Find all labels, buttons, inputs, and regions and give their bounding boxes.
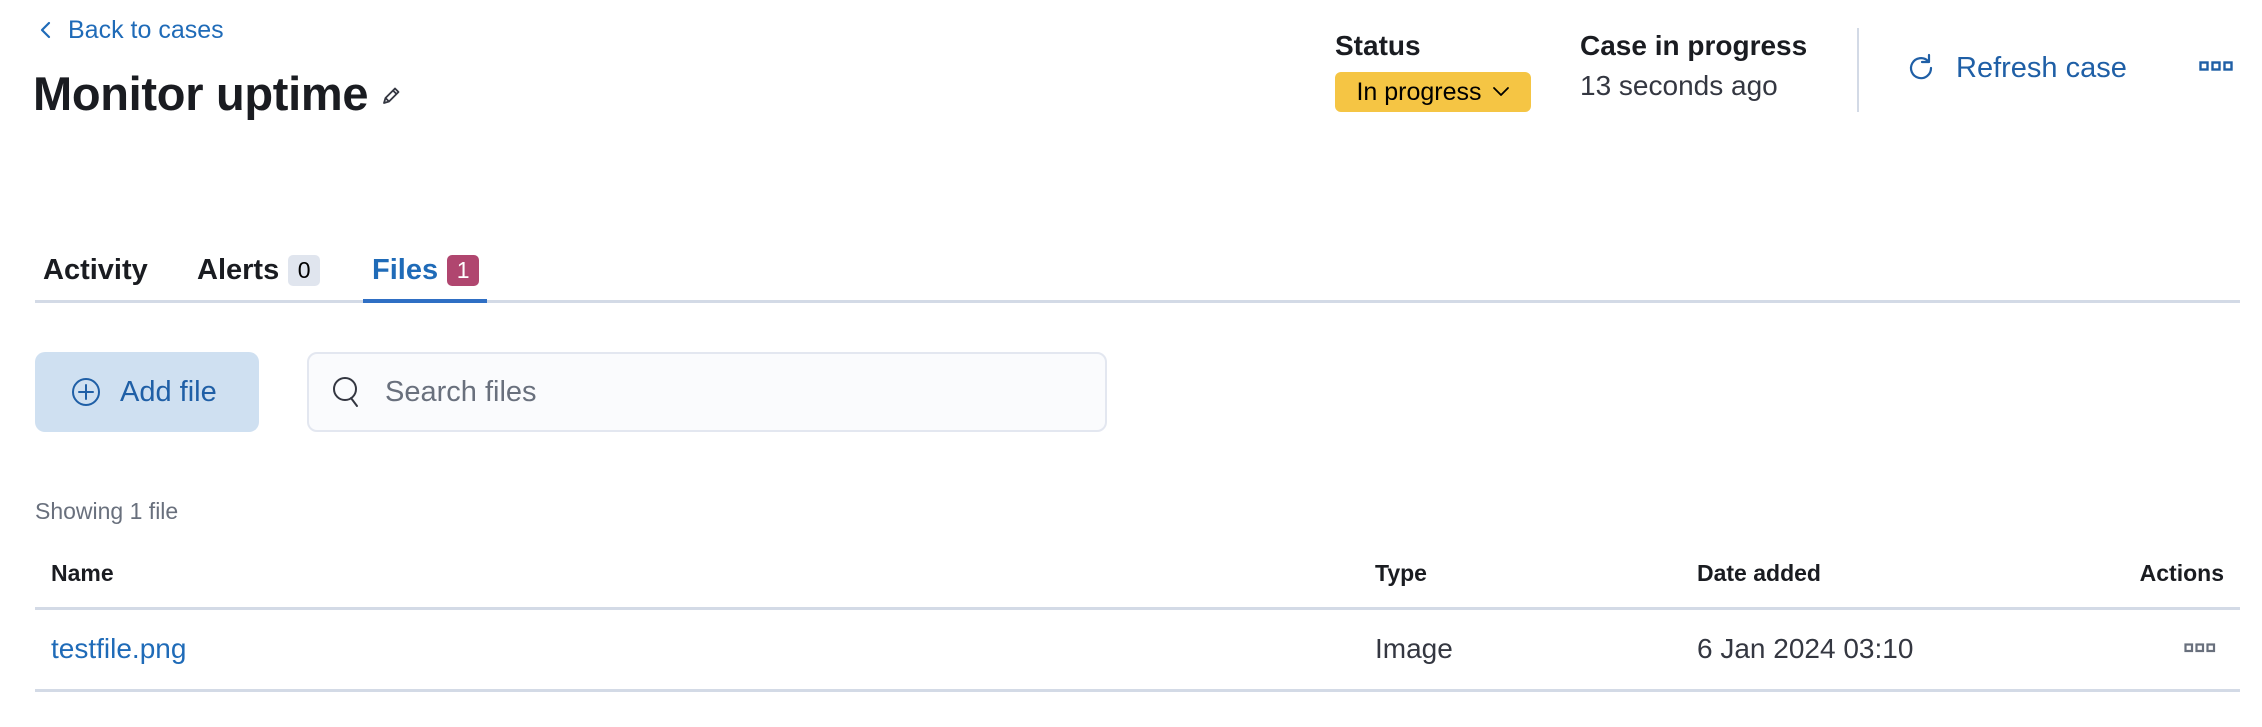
column-header-date-added[interactable]: Date added	[1697, 560, 1821, 587]
add-file-label: Add file	[120, 375, 217, 408]
ellipsis-icon	[2199, 58, 2233, 76]
column-header-actions: Actions	[2139, 560, 2224, 586]
back-link-label: Back to cases	[68, 15, 224, 44]
add-file-button[interactable]: Add file	[35, 352, 259, 432]
search-icon	[329, 374, 365, 410]
header-divider	[1857, 28, 1859, 112]
alerts-count-badge: 0	[288, 254, 321, 286]
tab-alerts[interactable]: Alerts 0	[197, 240, 321, 300]
pencil-icon[interactable]	[378, 83, 404, 109]
table-header: Name Type Date added Actions	[35, 548, 2240, 610]
tab-label: Files	[372, 253, 439, 286]
files-count-badge: 1	[447, 254, 480, 286]
back-to-cases-link[interactable]: Back to cases	[38, 14, 224, 46]
status-label: Status	[1335, 30, 1421, 61]
case-tabs: Activity Alerts 0 Files 1	[35, 240, 2240, 303]
status-dropdown[interactable]: In progress	[1335, 72, 1531, 112]
plus-circle-icon	[71, 377, 101, 407]
column-header-name[interactable]: Name	[51, 560, 114, 587]
row-actions-button[interactable]	[2182, 638, 2218, 660]
column-header-type[interactable]: Type	[1375, 560, 1427, 587]
case-progress-time: 13 seconds ago	[1580, 70, 1778, 101]
refresh-case-label: Refresh case	[1956, 51, 2127, 84]
page-title: Monitor uptime	[33, 67, 369, 120]
ellipsis-icon	[2184, 640, 2216, 658]
chevron-down-icon	[1492, 86, 1510, 98]
refresh-case-button[interactable]: Refresh case	[1906, 48, 2127, 88]
case-progress-label: Case in progress	[1580, 30, 1808, 61]
tab-label: Alerts	[197, 253, 280, 286]
files-table: Name Type Date added Actions testfile.pn…	[35, 548, 2240, 692]
files-count-summary: Showing 1 file	[35, 498, 179, 524]
table-row: testfile.png Image 6 Jan 2024 03:10	[35, 610, 2240, 692]
tab-activity[interactable]: Activity	[43, 240, 148, 300]
refresh-icon	[1906, 53, 1936, 83]
file-name-link[interactable]: testfile.png	[51, 633, 186, 665]
tab-label: Activity	[43, 253, 148, 286]
tab-files[interactable]: Files 1	[362, 240, 488, 303]
file-type: Image	[1375, 633, 1453, 664]
status-value: In progress	[1356, 77, 1482, 106]
file-date-added: 6 Jan 2024 03:10	[1697, 633, 1914, 664]
search-files-input[interactable]	[383, 374, 1105, 410]
more-actions-button[interactable]	[2194, 54, 2238, 80]
chevron-left-icon	[38, 20, 54, 40]
search-files-field[interactable]	[307, 352, 1107, 432]
